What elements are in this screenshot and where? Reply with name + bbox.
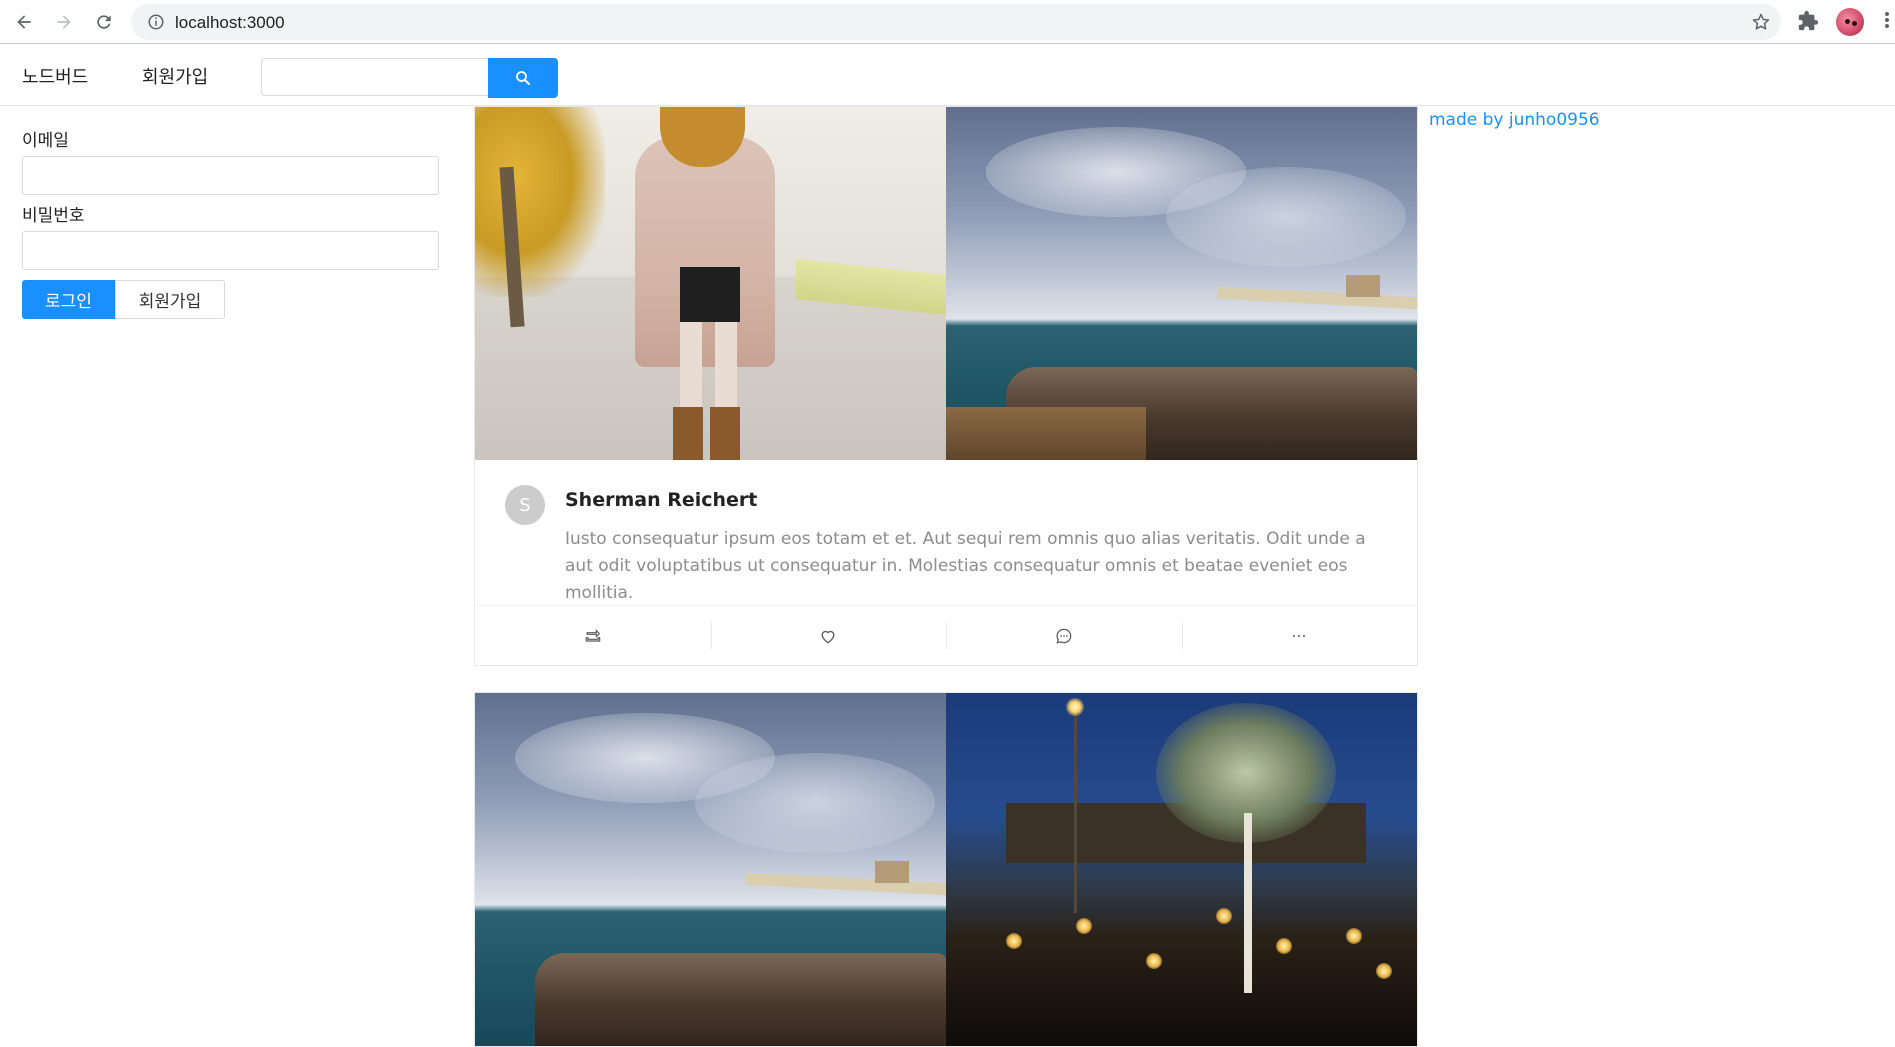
post-image[interactable] (475, 107, 946, 460)
search-icon (516, 71, 530, 85)
post-image[interactable] (475, 693, 946, 1046)
back-icon[interactable] (11, 9, 37, 35)
browser-toolbar: localhost:3000 (0, 0, 1895, 44)
post-actions (475, 606, 1417, 665)
post-image[interactable] (946, 693, 1417, 1046)
post-images (475, 107, 1417, 460)
signup-button[interactable]: 회원가입 (115, 280, 225, 319)
login-form: 이메일 비밀번호 로그인 회원가입 (22, 130, 439, 320)
extensions-icon[interactable] (1797, 10, 1819, 32)
url-text[interactable]: localhost:3000 (175, 13, 285, 33)
brand-link[interactable]: 노드버드 (22, 63, 88, 89)
post-content: Iusto consequatur ipsum eos totam et et.… (565, 529, 1366, 603)
heart-icon (821, 630, 835, 643)
email-field[interactable] (22, 156, 439, 195)
menu-icon[interactable] (1884, 10, 1890, 32)
star-icon[interactable] (1751, 12, 1771, 32)
app-header: 노드버드 회원가입 (0, 45, 1895, 106)
reload-icon[interactable] (91, 9, 117, 35)
credit-link[interactable]: made by junho0956 (1429, 110, 1600, 130)
comment-button[interactable] (946, 606, 1182, 665)
info-icon[interactable] (147, 13, 165, 31)
post-author: Sherman Reichert (565, 489, 758, 511)
message-icon (1056, 628, 1072, 643)
post-images (475, 693, 1417, 1046)
post-meta: S Sherman Reichert Iusto consequatur ips… (475, 460, 1417, 606)
login-button[interactable]: 로그인 (22, 280, 115, 319)
forward-icon[interactable] (51, 9, 77, 35)
profile-avatar-eye (1845, 19, 1850, 24)
search-input[interactable] (261, 58, 489, 96)
ellipsis-icon (1293, 634, 1306, 637)
retweet-icon (585, 628, 600, 642)
profile-avatar-eye (1852, 21, 1857, 26)
password-field[interactable] (22, 231, 439, 270)
post-feed: S Sherman Reichert Iusto consequatur ips… (474, 106, 1418, 1047)
retweet-button[interactable] (475, 606, 711, 665)
post-card (474, 692, 1418, 1047)
address-bar[interactable]: localhost:3000 (131, 4, 1781, 40)
search-button[interactable] (488, 58, 558, 98)
email-label: 이메일 (22, 131, 69, 151)
signup-link[interactable]: 회원가입 (142, 63, 208, 89)
password-label: 비밀번호 (22, 206, 85, 226)
login-buttons: 로그인 회원가입 (22, 280, 439, 320)
profile-avatar[interactable] (1836, 8, 1864, 36)
post-image[interactable] (946, 107, 1417, 460)
like-button[interactable] (710, 606, 947, 665)
more-button[interactable] (1181, 606, 1418, 665)
avatar[interactable]: S (505, 485, 545, 525)
post-card: S Sherman Reichert Iusto consequatur ips… (474, 106, 1418, 666)
